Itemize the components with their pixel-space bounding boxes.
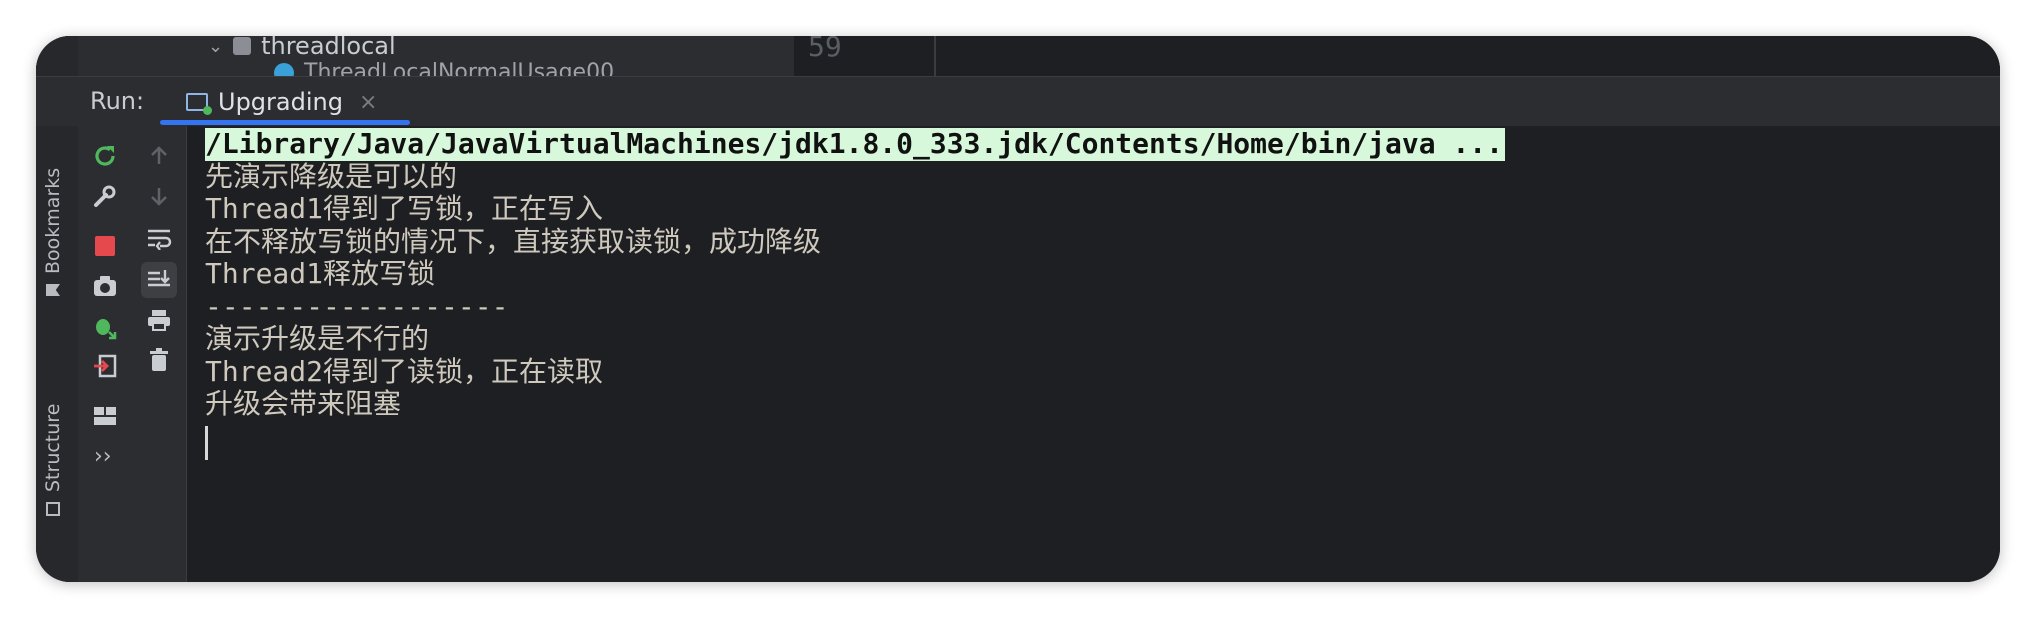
soft-wrap-icon xyxy=(148,229,172,250)
chevron-down-icon[interactable]: ⌄ xyxy=(208,36,223,57)
tab-label: Upgrading xyxy=(218,88,343,116)
run-label: Run: xyxy=(90,87,145,115)
bookmark-icon xyxy=(46,284,60,296)
stop-button[interactable] xyxy=(87,228,123,264)
rerun-icon xyxy=(95,146,115,166)
print-button[interactable] xyxy=(141,302,177,338)
edit-configuration-button[interactable] xyxy=(87,178,123,214)
scroll-up-button[interactable] xyxy=(141,138,177,174)
tab-upgrading[interactable]: Upgrading × xyxy=(186,85,377,119)
console-line: ------------------ xyxy=(205,289,509,323)
run-toolbar-primary: ›› xyxy=(78,126,132,582)
stop-icon xyxy=(95,236,115,256)
console-line: Thread1得到了写锁，正在写入 xyxy=(205,192,604,225)
tree-row-label: threadlocal xyxy=(261,36,396,60)
ide-window: ⌄ threadlocal ThreadLocalNormalUsage00 5… xyxy=(36,36,2000,582)
arrow-down-icon xyxy=(151,188,167,206)
console-line: 演示升级是不行的 xyxy=(205,322,430,355)
console-line: Thread1释放写锁 xyxy=(205,257,436,290)
structure-icon xyxy=(46,502,60,516)
tool-stripe-left: Bookmarks Structure xyxy=(36,126,79,582)
bug-icon xyxy=(96,319,117,340)
console-output[interactable]: /Library/Java/JavaVirtualMachines/jdk1.8… xyxy=(187,126,2000,582)
debug-button[interactable] xyxy=(87,308,123,344)
console-command-line[interactable]: /Library/Java/JavaVirtualMachines/jdk1.8… xyxy=(205,127,1506,161)
console-line: Thread2得到了读锁，正在读取 xyxy=(205,354,604,388)
console-lines: /Library/Java/JavaVirtualMachines/jdk1.8… xyxy=(205,127,1506,421)
scroll-to-end-button[interactable] xyxy=(141,262,177,298)
printer-icon xyxy=(148,310,170,331)
layout-button[interactable] xyxy=(87,398,123,434)
scroll-to-end-icon xyxy=(148,270,170,287)
editor-area[interactable] xyxy=(934,36,2000,76)
scroll-down-button[interactable] xyxy=(141,178,177,214)
project-tree: ⌄ threadlocal ThreadLocalNormalUsage00 xyxy=(78,36,834,85)
wrench-icon xyxy=(94,185,116,207)
text-cursor xyxy=(205,426,208,460)
console-line: 先演示降级是可以的 xyxy=(205,159,458,193)
bookmarks-label: Bookmarks xyxy=(42,167,64,274)
dump-threads-button[interactable] xyxy=(87,268,123,304)
trash-icon xyxy=(150,348,168,371)
exit-button[interactable] xyxy=(87,348,123,384)
layout-icon xyxy=(94,407,116,425)
console-line: 在不释放写锁的情况下，直接获取读锁，成功降级 xyxy=(205,224,822,258)
console-icon xyxy=(186,93,212,115)
tool-stripe-top xyxy=(36,36,78,76)
active-tab-indicator xyxy=(160,120,410,125)
structure-label: Structure xyxy=(42,403,64,492)
bookmarks-tab[interactable]: Bookmarks xyxy=(42,168,64,296)
exit-icon xyxy=(94,354,117,378)
clear-all-button[interactable] xyxy=(141,342,177,378)
arrow-up-icon xyxy=(151,146,167,164)
rerun-button[interactable] xyxy=(87,138,123,174)
run-toolbar-secondary xyxy=(132,126,187,582)
camera-icon xyxy=(94,276,116,296)
console-line: 升级会带来阻塞 xyxy=(205,387,402,420)
soft-wrap-button[interactable] xyxy=(141,220,177,256)
more-tools-button[interactable]: ›› xyxy=(94,444,112,469)
tree-row-threadlocal[interactable]: ⌄ threadlocal xyxy=(208,36,396,60)
package-icon xyxy=(233,37,252,55)
structure-tab[interactable]: Structure xyxy=(42,404,64,516)
close-icon[interactable]: × xyxy=(359,90,377,115)
line-number: 59 xyxy=(808,36,842,63)
